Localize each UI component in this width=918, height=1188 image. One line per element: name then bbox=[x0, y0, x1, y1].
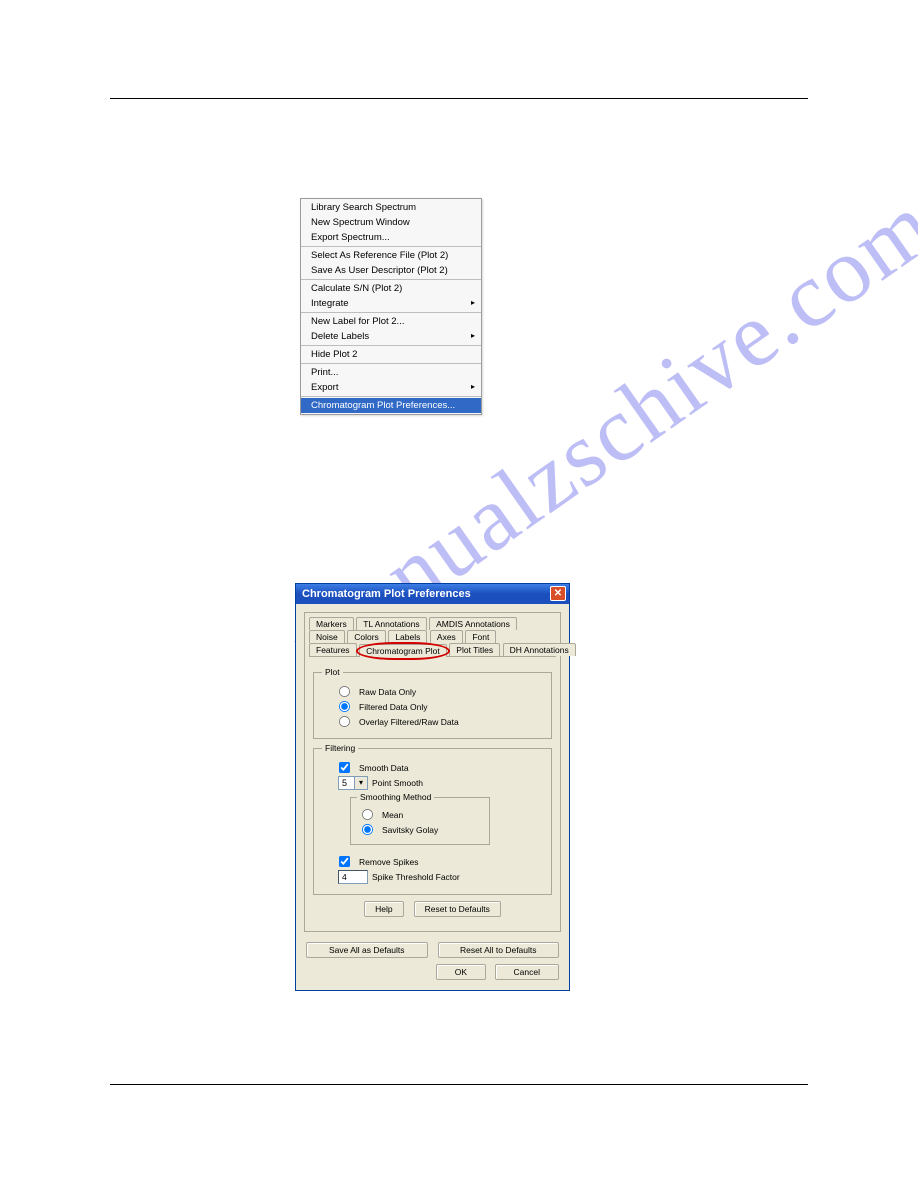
menu-delete-labels[interactable]: Delete Labels bbox=[301, 329, 481, 344]
menu-export[interactable]: Export bbox=[301, 380, 481, 395]
tab-labels[interactable]: Labels bbox=[388, 630, 427, 643]
smoothing-method-group: Smoothing Method Mean Savitsky Golay bbox=[350, 792, 490, 845]
menu-integrate[interactable]: Integrate bbox=[301, 296, 481, 311]
tab-control: Markers TL Annotations AMDIS Annotations… bbox=[304, 612, 561, 932]
tab-tl-annotations[interactable]: TL Annotations bbox=[356, 617, 426, 630]
tab-noise[interactable]: Noise bbox=[309, 630, 345, 643]
menu-save-as-user-descriptor[interactable]: Save As User Descriptor (Plot 2) bbox=[301, 263, 481, 278]
filtering-legend: Filtering bbox=[322, 743, 358, 753]
smoothing-method-legend: Smoothing Method bbox=[357, 792, 434, 802]
menu-print[interactable]: Print... bbox=[301, 365, 481, 380]
label-savitsky-golay: Savitsky Golay bbox=[382, 825, 438, 835]
label-point-smooth: Point Smooth bbox=[372, 778, 423, 788]
top-rule bbox=[110, 98, 808, 99]
tab-amdis-annotations[interactable]: AMDIS Annotations bbox=[429, 617, 517, 630]
point-smooth-combo[interactable]: 5 bbox=[338, 776, 368, 790]
menu-new-label-for-plot[interactable]: New Label for Plot 2... bbox=[301, 314, 481, 329]
menu-library-search-spectrum[interactable]: Library Search Spectrum bbox=[301, 200, 481, 215]
tab-axes[interactable]: Axes bbox=[430, 630, 463, 643]
radio-mean[interactable] bbox=[362, 809, 373, 820]
filtering-group: Filtering Smooth Data 5 Point Smooth Smo… bbox=[313, 743, 552, 895]
menu-new-spectrum-window[interactable]: New Spectrum Window bbox=[301, 215, 481, 230]
label-filtered-data-only: Filtered Data Only bbox=[359, 702, 428, 712]
tab-chromatogram-plot[interactable]: Chromatogram Plot bbox=[359, 644, 447, 657]
menu-hide-plot[interactable]: Hide Plot 2 bbox=[301, 347, 481, 362]
label-smooth-data: Smooth Data bbox=[359, 763, 409, 773]
label-raw-data-only: Raw Data Only bbox=[359, 687, 416, 697]
tab-font[interactable]: Font bbox=[465, 630, 496, 643]
plot-legend: Plot bbox=[322, 667, 343, 677]
tab-plot-titles[interactable]: Plot Titles bbox=[449, 643, 500, 656]
menu-export-spectrum[interactable]: Export Spectrum... bbox=[301, 230, 481, 245]
help-button[interactable]: Help bbox=[364, 901, 403, 917]
label-overlay-filtered-raw: Overlay Filtered/Raw Data bbox=[359, 717, 459, 727]
dialog-titlebar: Chromatogram Plot Preferences ✕ bbox=[296, 584, 569, 604]
menu-chromatogram-plot-preferences[interactable]: Chromatogram Plot Preferences... bbox=[301, 398, 481, 413]
tab-colors[interactable]: Colors bbox=[347, 630, 386, 643]
spike-threshold-input[interactable]: 4 bbox=[338, 870, 368, 884]
label-mean: Mean bbox=[382, 810, 403, 820]
bottom-rule bbox=[110, 1084, 808, 1085]
menu-select-as-reference-file[interactable]: Select As Reference File (Plot 2) bbox=[301, 248, 481, 263]
reset-to-defaults-button[interactable]: Reset to Defaults bbox=[414, 901, 501, 917]
preferences-dialog: Chromatogram Plot Preferences ✕ Markers … bbox=[295, 583, 570, 991]
tab-markers[interactable]: Markers bbox=[309, 617, 354, 630]
checkbox-remove-spikes[interactable] bbox=[339, 856, 350, 867]
tab-features[interactable]: Features bbox=[309, 643, 357, 656]
radio-overlay-filtered-raw[interactable] bbox=[339, 716, 350, 727]
radio-savitsky-golay[interactable] bbox=[362, 824, 373, 835]
radio-raw-data-only[interactable] bbox=[339, 686, 350, 697]
plot-group: Plot Raw Data Only Filtered Data Only Ov… bbox=[313, 667, 552, 739]
close-icon[interactable]: ✕ bbox=[550, 586, 566, 601]
radio-filtered-data-only[interactable] bbox=[339, 701, 350, 712]
checkbox-smooth-data[interactable] bbox=[339, 762, 350, 773]
ok-button[interactable]: OK bbox=[436, 964, 486, 980]
label-remove-spikes: Remove Spikes bbox=[359, 857, 419, 867]
context-menu: Library Search Spectrum New Spectrum Win… bbox=[300, 198, 482, 415]
save-all-as-defaults-button[interactable]: Save All as Defaults bbox=[306, 942, 428, 958]
tab-dh-annotations[interactable]: DH Annotations bbox=[503, 643, 576, 656]
cancel-button[interactable]: Cancel bbox=[495, 964, 559, 980]
dialog-title: Chromatogram Plot Preferences bbox=[302, 588, 471, 600]
reset-all-to-defaults-button[interactable]: Reset All to Defaults bbox=[438, 942, 560, 958]
menu-calculate-sn[interactable]: Calculate S/N (Plot 2) bbox=[301, 281, 481, 296]
label-spike-threshold: Spike Threshold Factor bbox=[372, 872, 460, 882]
